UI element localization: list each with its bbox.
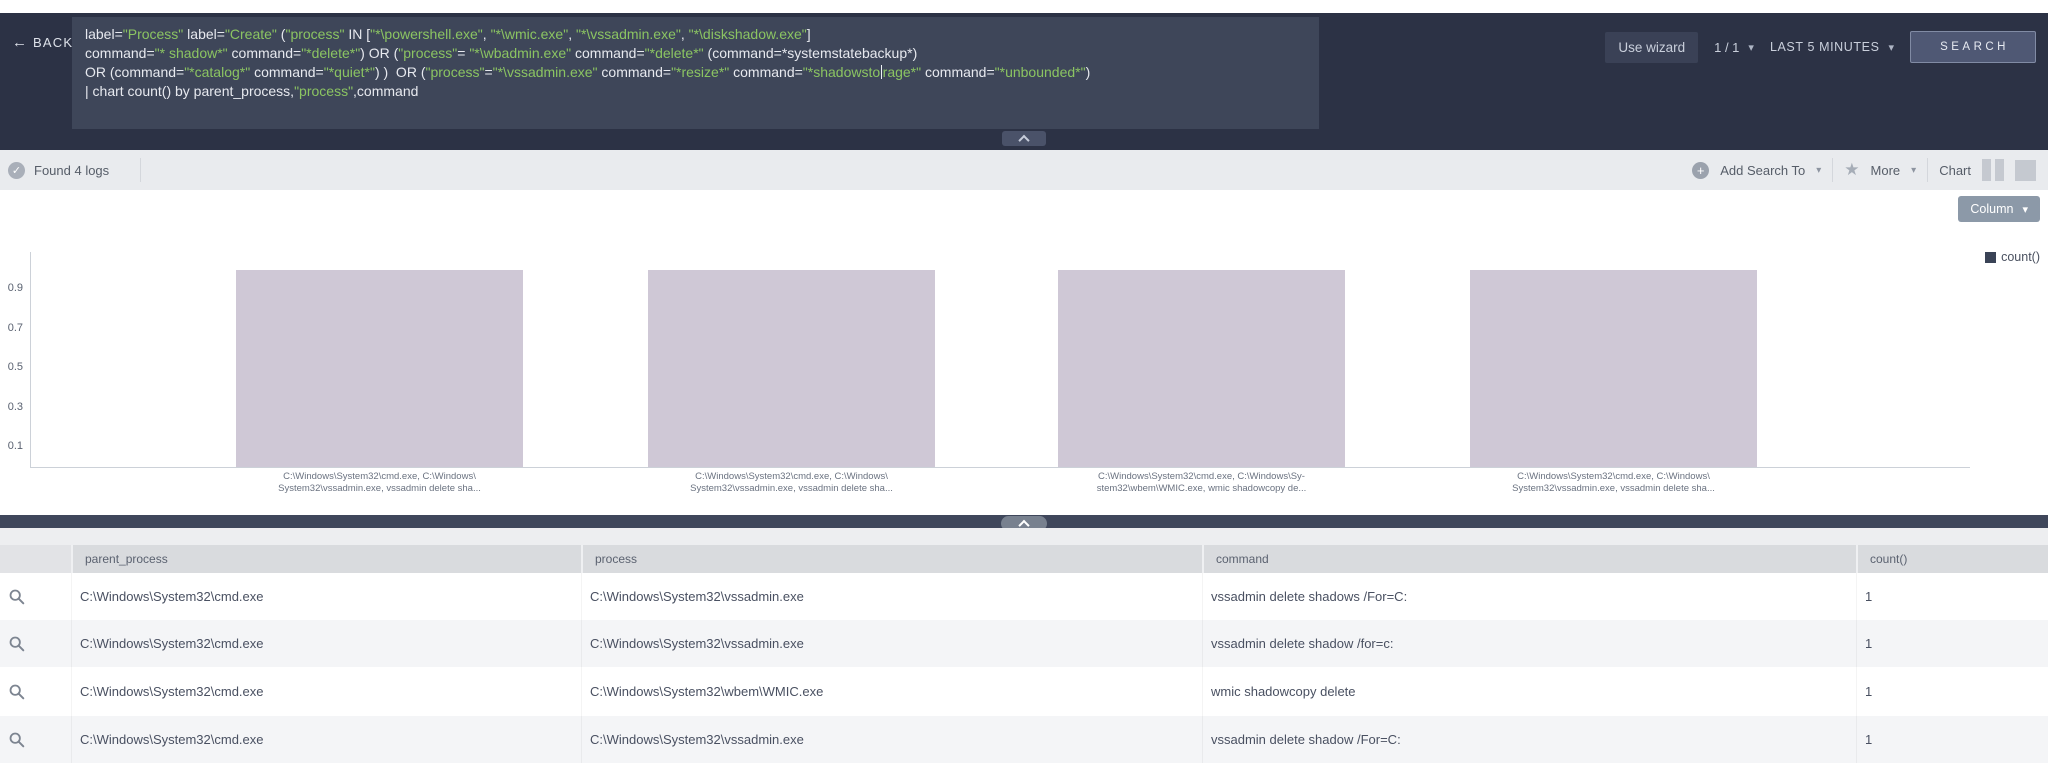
legend-swatch <box>1985 252 1996 263</box>
chevron-up-icon <box>1018 134 1029 145</box>
cell-count: 1 <box>1856 620 2048 667</box>
back-arrow-icon: ← <box>12 34 27 51</box>
cell-parent-process: C:\Windows\System32\cmd.exe <box>71 573 581 620</box>
x-axis-line <box>30 467 1970 468</box>
column-header-count[interactable]: count() <box>1856 545 2048 573</box>
cell-parent-process: C:\Windows\System32\cmd.exe <box>71 620 581 667</box>
query-line: command="* shadow*" command="*delete*") … <box>85 44 1306 63</box>
cell-count: 1 <box>1856 716 2048 763</box>
cell-command: vssadmin delete shadows /For=C: <box>1202 573 1856 620</box>
magnifier-icon[interactable] <box>8 588 26 606</box>
chart-view-label: Chart <box>1939 163 1971 178</box>
cell-parent-process: C:\Windows\System32\cmd.exe <box>71 667 581 716</box>
table-top-padding <box>0 528 2048 545</box>
chart-bar[interactable] <box>1058 270 1345 468</box>
pager-value: 1 / 1 <box>1714 40 1739 55</box>
time-range-dropdown[interactable]: LAST 5 MINUTES ▾ <box>1770 40 1894 54</box>
star-icon: ★ <box>1844 160 1859 180</box>
divider <box>1927 158 1928 182</box>
column-header-parent-process[interactable]: parent_process <box>71 545 581 573</box>
icon-column-header <box>0 545 71 573</box>
chevron-down-icon: ▾ <box>1911 165 1916 176</box>
query-input[interactable]: label="Process" label="Create" ("process… <box>72 17 1319 129</box>
y-tick-label: 0.5 <box>0 361 23 373</box>
table-row[interactable]: C:\Windows\System32\cmd.exeC:\Windows\Sy… <box>0 573 2048 620</box>
cell-parent-process: C:\Windows\System32\cmd.exe <box>71 716 581 763</box>
divider <box>140 158 141 182</box>
status-bar: ✓ Found 4 logs + Add Search To ▾ ★ More … <box>0 150 2048 191</box>
search-button[interactable]: SEARCH <box>1910 31 2036 63</box>
time-range-value: LAST 5 MINUTES <box>1770 40 1880 54</box>
use-wizard-button[interactable]: Use wizard <box>1605 32 1698 63</box>
chart-bar[interactable] <box>1470 270 1757 468</box>
chart-legend: count() <box>1985 250 2040 264</box>
chart-bar[interactable] <box>648 270 935 468</box>
query-line: OR (command="*catalog*" command="*quiet*… <box>85 63 1306 82</box>
column-chart-view-icon[interactable] <box>1982 159 2004 181</box>
status-actions: + Add Search To ▾ ★ More ▾ Chart <box>1692 150 2036 190</box>
toolbar-controls: Use wizard 1 / 1 ▾ LAST 5 MINUTES ▾ SEAR… <box>1605 26 2036 68</box>
magnifier-icon[interactable] <box>8 683 26 701</box>
chevron-down-icon: ▾ <box>1889 41 1895 54</box>
x-axis-label: C:\Windows\System32\cmd.exe, C:\Windows\… <box>1037 471 1367 494</box>
table-row[interactable]: C:\Windows\System32\cmd.exeC:\Windows\Sy… <box>0 620 2048 667</box>
legend-label: count() <box>2001 250 2040 264</box>
query-pager-dropdown[interactable]: 1 / 1 ▾ <box>1714 40 1754 55</box>
y-tick-label: 0.3 <box>0 401 23 413</box>
cell-process: C:\Windows\System32\vssadmin.exe <box>581 573 1202 620</box>
y-tick-label: 0.1 <box>0 440 23 452</box>
table-row[interactable]: C:\Windows\System32\cmd.exeC:\Windows\Sy… <box>0 716 2048 763</box>
x-axis-label: C:\Windows\System32\cmd.exe, C:\Windows\… <box>215 471 545 494</box>
cell-process: C:\Windows\System32\wbem\WMIC.exe <box>581 667 1202 716</box>
cell-count: 1 <box>1856 573 2048 620</box>
query-line: | chart count() by parent_process,"proce… <box>85 82 1306 101</box>
y-tick-label: 0.7 <box>0 322 23 334</box>
back-label: BACK <box>33 35 73 50</box>
add-search-to-button[interactable]: Add Search To <box>1720 163 1805 178</box>
query-line: label="Process" label="Create" ("process… <box>85 25 1306 44</box>
row-inspect-cell[interactable] <box>0 716 71 763</box>
cell-command: vssadmin delete shadow /for=c: <box>1202 620 1856 667</box>
y-axis-line <box>30 252 31 467</box>
collapse-query-button[interactable] <box>1002 131 1046 146</box>
chart-bar[interactable] <box>236 270 523 468</box>
column-header-process[interactable]: process <box>581 545 1202 573</box>
cell-count: 1 <box>1856 667 2048 716</box>
cell-command: wmic shadowcopy delete <box>1202 667 1856 716</box>
x-axis-label: C:\Windows\System32\cmd.exe, C:\Windows\… <box>627 471 957 494</box>
cell-command: vssadmin delete shadow /For=C: <box>1202 716 1856 763</box>
cell-process: C:\Windows\System32\vssadmin.exe <box>581 620 1202 667</box>
x-axis-label: C:\Windows\System32\cmd.exe, C:\Windows\… <box>1449 471 1779 494</box>
plus-circle-icon: + <box>1692 162 1709 179</box>
magnifier-icon[interactable] <box>8 731 26 749</box>
chart-panel: Column ▾ count() 0.1 0.3 0.5 0.7 0.9 C:\Wind… <box>0 190 2048 515</box>
column-header-command[interactable]: command <box>1202 545 1856 573</box>
chart-type-value: Column <box>1970 202 2013 216</box>
chevron-down-icon: ▾ <box>1816 165 1821 176</box>
table-header-row: parent_process process command count() <box>0 545 2048 573</box>
magnifier-icon[interactable] <box>8 635 26 653</box>
back-button[interactable]: ← BACK <box>12 34 73 51</box>
table-row[interactable]: C:\Windows\System32\cmd.exeC:\Windows\Sy… <box>0 667 2048 716</box>
more-button[interactable]: More <box>1871 163 1901 178</box>
chevron-down-icon: ▾ <box>1748 41 1754 54</box>
results-table: parent_process process command count() C… <box>0 528 2048 776</box>
check-circle-icon: ✓ <box>8 162 25 179</box>
chevron-down-icon: ▾ <box>2022 203 2028 216</box>
cell-process: C:\Windows\System32\vssadmin.exe <box>581 716 1202 763</box>
divider <box>1832 158 1833 182</box>
chart-type-dropdown[interactable]: Column ▾ <box>1958 196 2040 222</box>
query-toolbar: ← BACK label="Process" label="Create" ("… <box>0 13 2048 150</box>
search-result-status: ✓ Found 4 logs <box>8 150 141 190</box>
y-tick-label: 0.9 <box>0 282 23 294</box>
result-count-text: Found 4 logs <box>34 163 109 178</box>
row-inspect-cell[interactable] <box>0 573 71 620</box>
table-view-icon[interactable] <box>2015 160 2036 181</box>
row-inspect-cell[interactable] <box>0 620 71 667</box>
row-inspect-cell[interactable] <box>0 667 71 716</box>
